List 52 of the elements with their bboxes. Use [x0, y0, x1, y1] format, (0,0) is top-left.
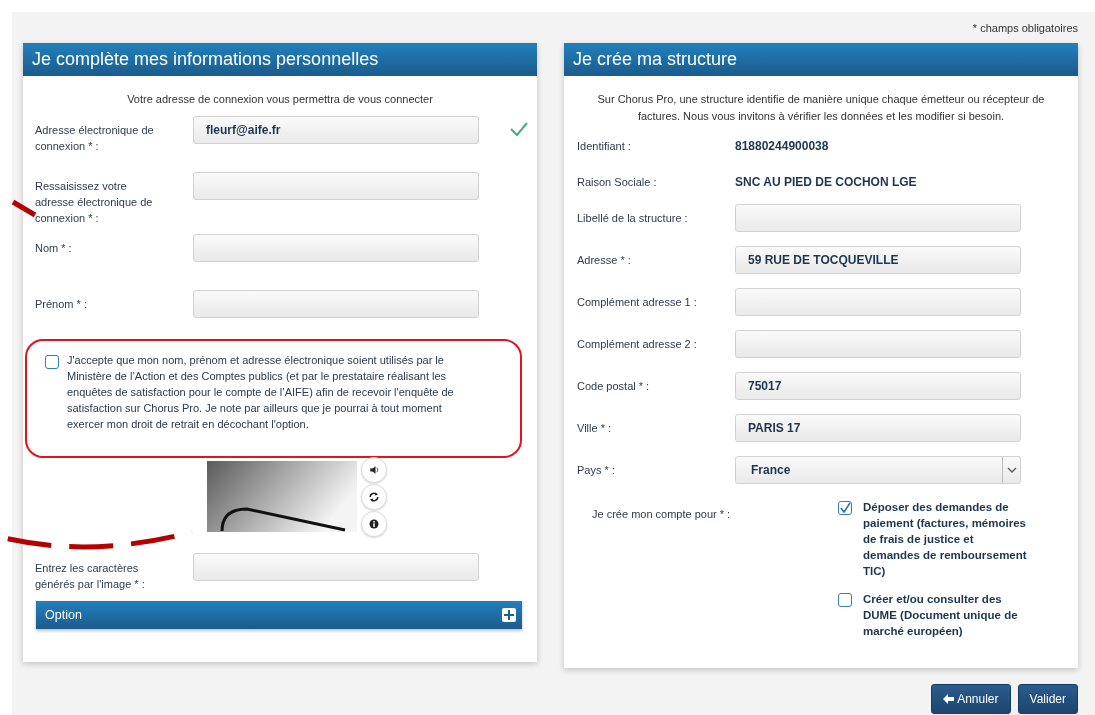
option-label: Option — [45, 608, 82, 622]
field-label: Pays * : — [577, 464, 616, 476]
input-field[interactable]: 59 RUE DE TOCQUEVILLE — [735, 246, 1021, 274]
field-label: Adresse électronique de connexion * : — [35, 123, 155, 154]
select-field[interactable]: France — [735, 456, 1021, 484]
field-label: Je crée mon compte pour * : — [592, 507, 732, 522]
intro-text: Sur Chorus Pro, une structure identifie de manière unique chaque émetteur ou récepteur de factures. Nous vous invitons à vérifier les données et les modifier si besoin. — [596, 92, 1046, 124]
field-value: SNC AU PIED DE COCHON LGE — [735, 175, 918, 189]
refresh-button[interactable] — [361, 484, 387, 510]
panel-title: Je complète mes informations personnelles — [23, 43, 537, 76]
field-label: Entrez les caractères générés par l'image * : — [35, 561, 146, 592]
info-button[interactable] — [361, 511, 387, 537]
field-label: Complément adresse 1 : — [577, 296, 698, 308]
info-icon — [368, 518, 380, 530]
field-label: Code postal * : — [577, 380, 651, 392]
input-field[interactable]: fleurf@aife.fr — [193, 116, 479, 144]
arrow-left-icon — [943, 694, 955, 704]
audio-button[interactable] — [361, 457, 387, 483]
consent-text: J'accepte que mon nom, prénom et adresse électronique soient utilisés par le Ministère de l’Action et des Comptes publics (et par le prestataire réalisant les enquêtes de satisfaction pour le compte de l’AIFE) afin de recevoir l'enquête de satisfaction sur Chorus Pro. Je note par ailleurs que je pourrai à tout moment exercer mon droit de retrait en décochant l'option. — [67, 353, 455, 432]
input-field[interactable] — [735, 288, 1021, 316]
checkbox[interactable] — [45, 355, 59, 369]
input-field[interactable] — [735, 204, 1021, 232]
option-bar[interactable]: Option — [36, 601, 522, 629]
field-label: Adresse * : — [577, 254, 632, 266]
field-label: Complément adresse 2 : — [577, 338, 698, 350]
checkbox[interactable] — [838, 593, 852, 607]
cancel-button[interactable]: Annuler — [931, 684, 1011, 714]
intro-text: Votre adresse de connexion vous permettra de vous connecter — [126, 92, 434, 107]
required-fields-note: * champs obligatoires — [972, 21, 1078, 34]
field-label: Prénom * : — [35, 297, 88, 312]
field-value: 81880244900038 — [735, 139, 830, 153]
refresh-icon — [368, 491, 380, 503]
input-field[interactable] — [193, 290, 479, 318]
speaker-icon — [368, 464, 380, 476]
field-label: Nom * : — [35, 241, 73, 256]
input-field[interactable] — [735, 330, 1021, 358]
input-field[interactable] — [193, 234, 479, 262]
checkbox[interactable] — [838, 501, 852, 515]
checkbox-label: Déposer des demandes de paiement (factures, mémoires de frais de justice et demandes de remboursement TIC) — [863, 500, 1027, 579]
field-label: Ressaisissez votre adresse électronique de connexion * : — [35, 179, 154, 226]
input-field[interactable]: 75017 — [735, 372, 1021, 400]
input-field[interactable]: PARIS 17 — [735, 414, 1021, 442]
field-label: Libellé de la structure : — [577, 212, 689, 224]
submit-button[interactable]: Valider — [1017, 684, 1078, 714]
field-label: Raison Sociale : — [577, 176, 658, 188]
input-field[interactable] — [193, 172, 479, 200]
field-label: Identifiant : — [577, 140, 632, 152]
input-field[interactable] — [193, 553, 479, 581]
checkbox-label: Créer et/ou consulter des DUME (Document unique de marché européen) — [863, 592, 1019, 639]
chevron-down-icon — [1006, 467, 1017, 473]
field-label: Ville * : — [577, 422, 613, 434]
panel-title: Je crée ma structure — [564, 43, 1078, 76]
